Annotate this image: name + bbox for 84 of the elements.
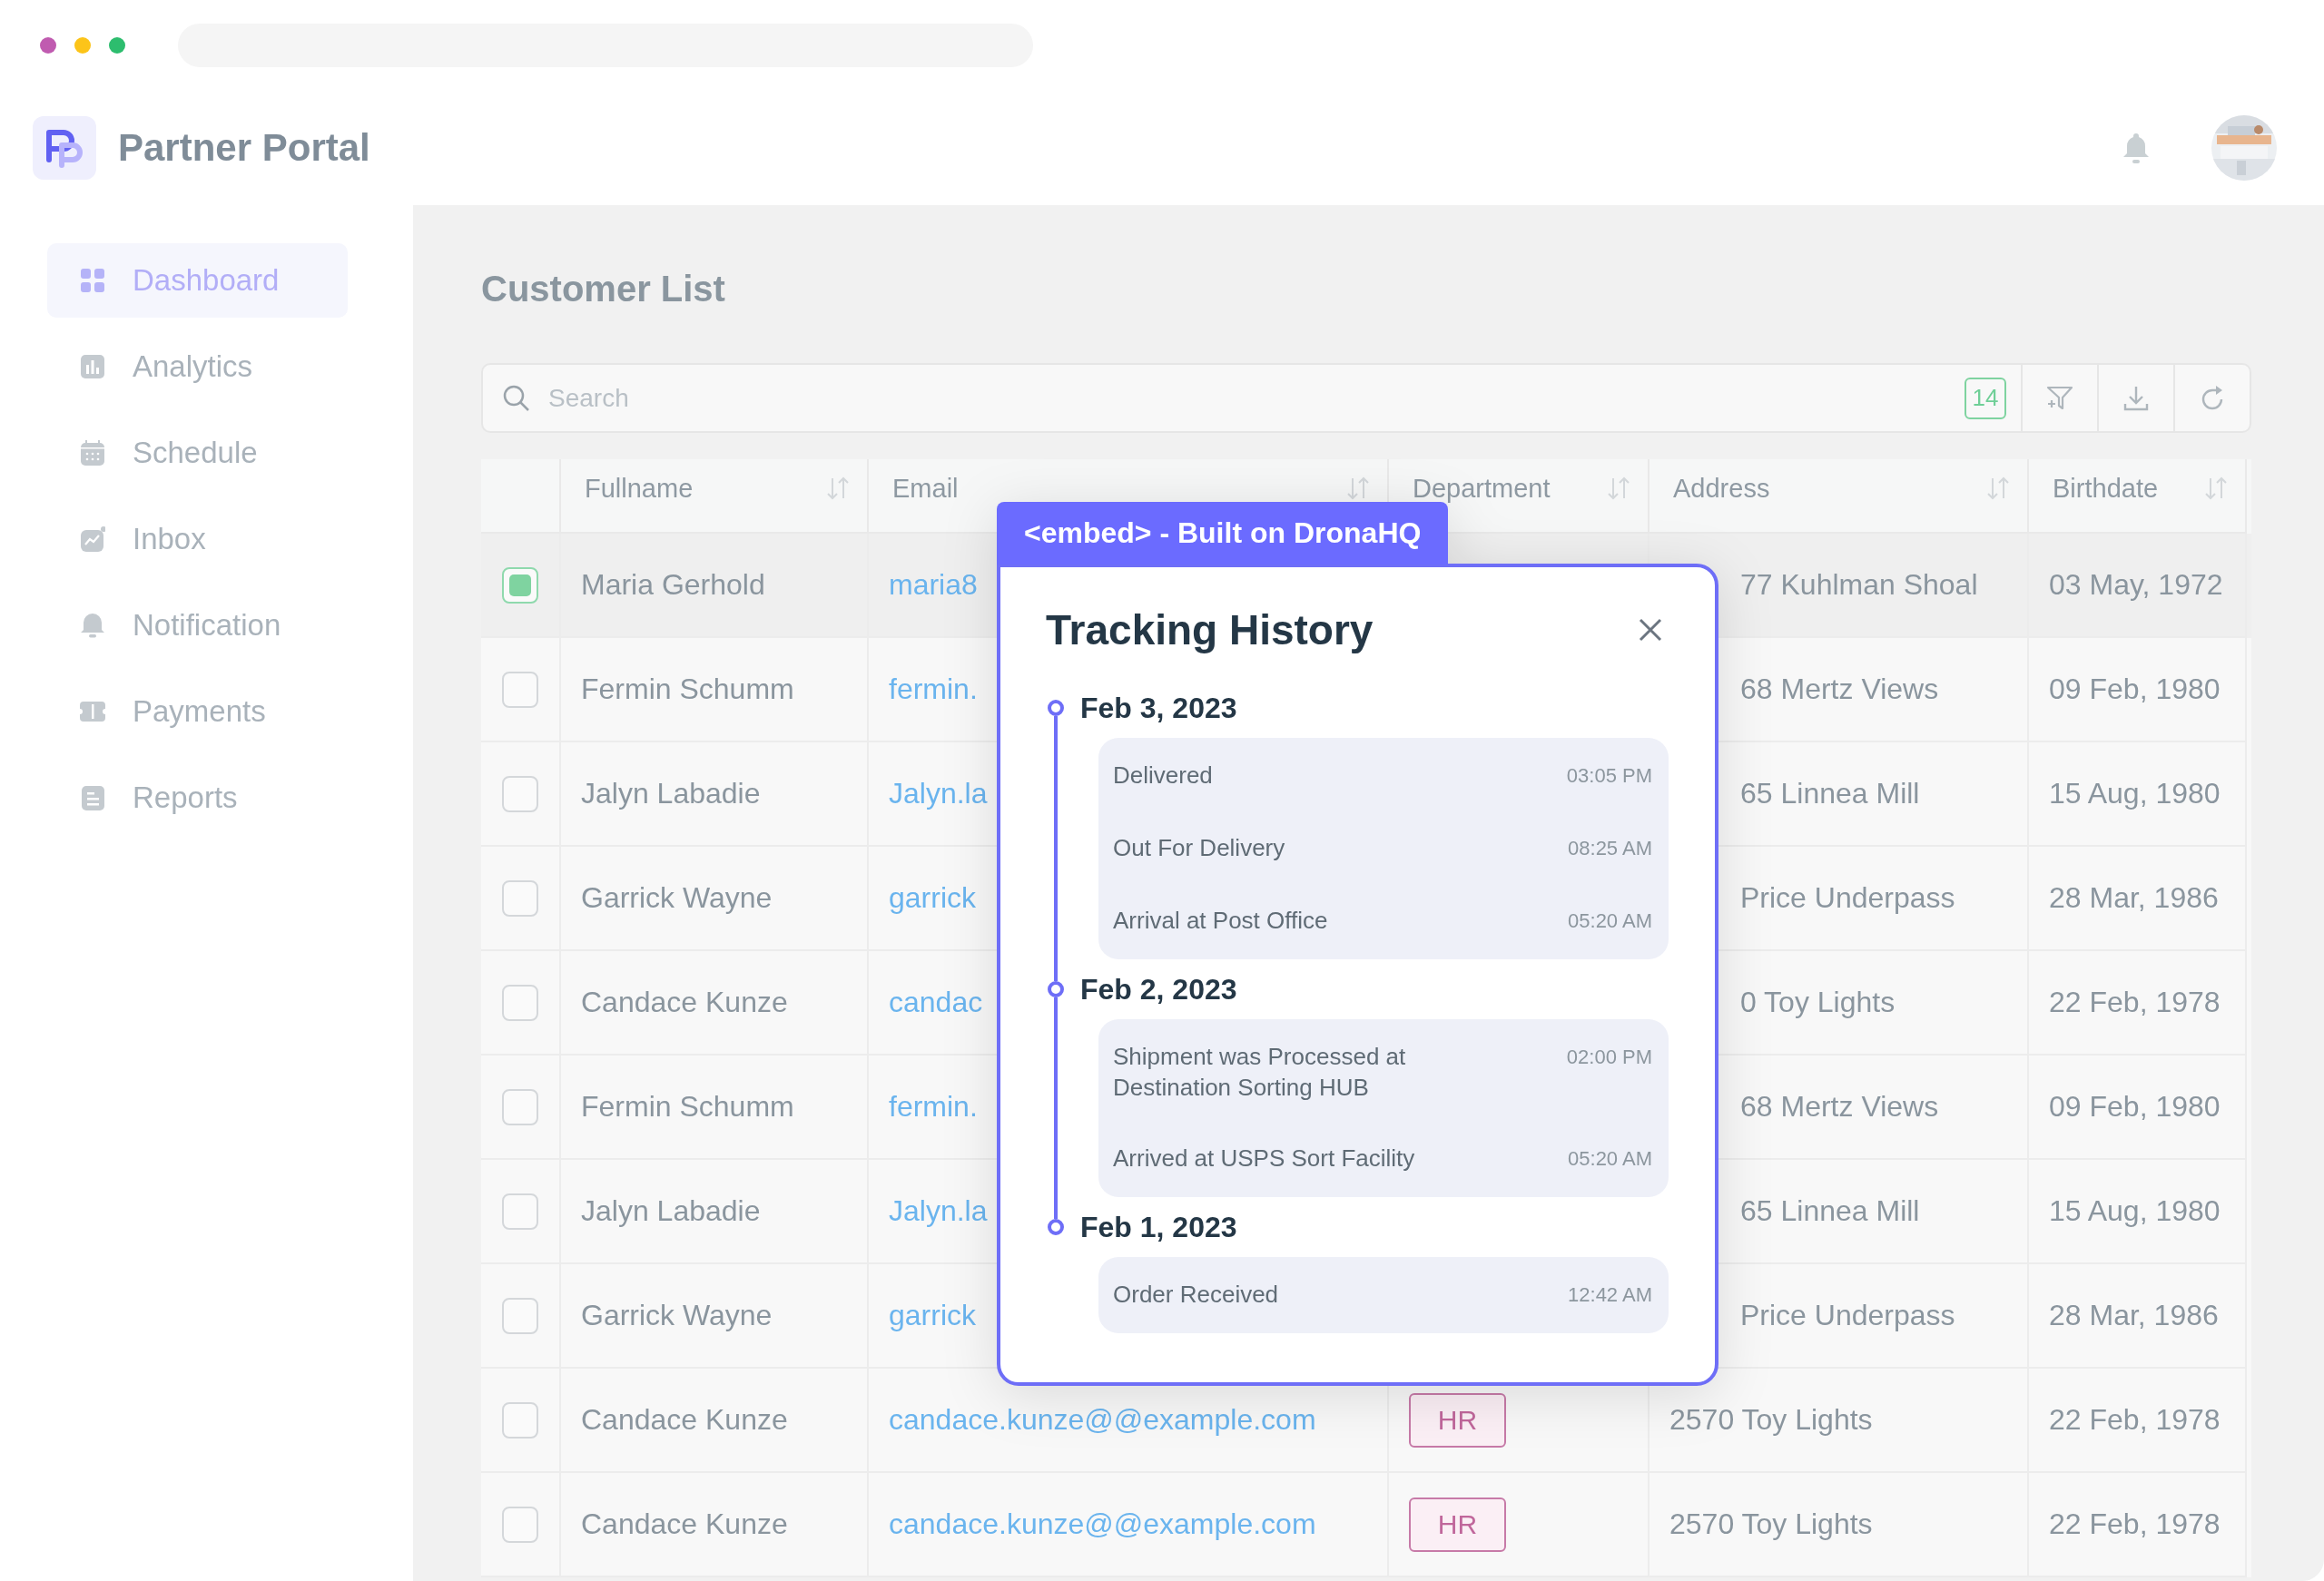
table-cell: 03 May, 1972 [2029,534,2247,638]
department-tag: HR [1409,1497,1506,1552]
embed-banner: <embed> - Built on DronaHQ [997,502,1449,565]
email-link[interactable]: candace.kunze@@example.com [869,1473,1389,1577]
calendar-icon [80,440,105,466]
table-cell: Candace Kunze [561,951,869,1056]
timeline-date: Feb 1, 2023 [1080,1209,1238,1245]
row-checkbox[interactable] [502,671,538,708]
table-cell: 22 Feb, 1978 [2029,1369,2247,1473]
event-time: 08:25 AM [1568,836,1652,861]
event-time: 05:20 AM [1568,908,1652,934]
row-checkbox[interactable] [502,1401,538,1439]
modal-title: Tracking History [1046,605,1374,654]
table-cell: 22 Feb, 1978 [2029,1473,2247,1577]
table-cell: Fermin Schumm [561,1056,869,1160]
event-time: 03:05 PM [1566,763,1652,789]
column-header[interactable]: Department [1413,473,1551,504]
table-cell: Jalyn Labadie [561,1160,869,1264]
sidebar-item[interactable]: Schedule [47,416,348,490]
chart-icon [80,526,105,552]
timeline-date: Feb 3, 2023 [1080,690,1238,726]
event-label: Arrived at USPS Sort Facility [1113,1144,1415,1173]
column-header[interactable]: Email [892,473,959,504]
row-checkbox[interactable] [502,1297,538,1334]
bar-chart-icon [80,354,105,379]
event-time: 02:00 PM [1566,1045,1652,1070]
table-cell: 15 Aug, 1980 [2029,742,2247,847]
sidebar-item[interactable]: Reports [47,761,348,835]
table-cell: 22 Feb, 1978 [2029,951,2247,1056]
table-cell: Candace Kunze [561,1369,869,1473]
event-label: Shipment was Processed at Destination Sorting HUB [1113,1042,1407,1103]
table-cell: 28 Mar, 1986 [2029,847,2247,951]
window-control-dot[interactable] [40,37,56,54]
table-cell: Jalyn Labadie [561,742,869,847]
ticket-icon [80,699,105,724]
event-time: 05:20 AM [1568,1146,1652,1172]
sort-icon [1987,476,2009,500]
row-checkbox[interactable] [502,1193,538,1230]
sidebar-item[interactable]: Inbox [47,502,348,576]
row-checkbox[interactable] [502,566,538,604]
table-cell: 15 Aug, 1980 [2029,1160,2247,1264]
sort-icon [827,476,849,500]
sidebar-item[interactable]: Dashboard [47,243,348,318]
page-title: Customer List [481,268,726,310]
window-control-dot[interactable] [109,37,125,54]
table-cell: Fermin Schumm [561,638,869,742]
logo-icon [33,116,96,180]
sort-icon [2205,476,2227,500]
column-header[interactable]: Birthdate [2053,473,2159,504]
table-row[interactable]: Candace Kunze candace.kunze@@example.com HR 2570 Toy Lights 22 Feb, 1978 [481,1473,2251,1577]
table-cell: Maria Gerhold [561,534,869,638]
table-cell: 09 Feb, 1980 [2029,638,2247,742]
column-header[interactable]: Address [1673,473,1770,504]
table-cell: 2570 Toy Lights [1649,1473,2029,1577]
table-cell: 28 Mar, 1986 [2029,1264,2247,1369]
row-checkbox[interactable] [502,984,538,1021]
window-control-dot[interactable] [74,37,91,54]
app-title: Partner Portal [118,126,370,170]
timeline-date: Feb 2, 2023 [1080,971,1238,1007]
event-label: Order Received [1113,1280,1279,1310]
bell-icon [80,613,105,638]
close-icon [1638,617,1663,643]
event-label: Delivered [1113,761,1213,790]
table-cell: Candace Kunze [561,1473,869,1577]
row-checkbox[interactable] [502,1088,538,1125]
bell-icon[interactable] [2122,132,2150,164]
table-cell: Garrick Wayne [561,847,869,951]
row-checkbox[interactable] [502,775,538,812]
row-checkbox[interactable] [502,879,538,917]
sort-icon [1347,476,1369,500]
sidebar-item[interactable]: Analytics [47,329,348,404]
department-tag: HR [1409,1392,1506,1448]
column-header[interactable]: Fullname [585,473,694,504]
sort-icon [1608,476,1630,500]
table-cell: Garrick Wayne [561,1264,869,1369]
row-checkbox[interactable] [502,1506,538,1543]
event-label: Arrival at Post Office [1113,906,1328,936]
sidebar-item[interactable]: Payments [47,674,348,749]
event-time: 12:42 AM [1568,1282,1652,1308]
sidebar-item[interactable]: Notification [47,588,348,663]
event-label: Out For Delivery [1113,833,1285,863]
table-cell: 09 Feb, 1980 [2029,1056,2247,1160]
document-icon [80,785,105,810]
grid-icon [80,268,105,293]
